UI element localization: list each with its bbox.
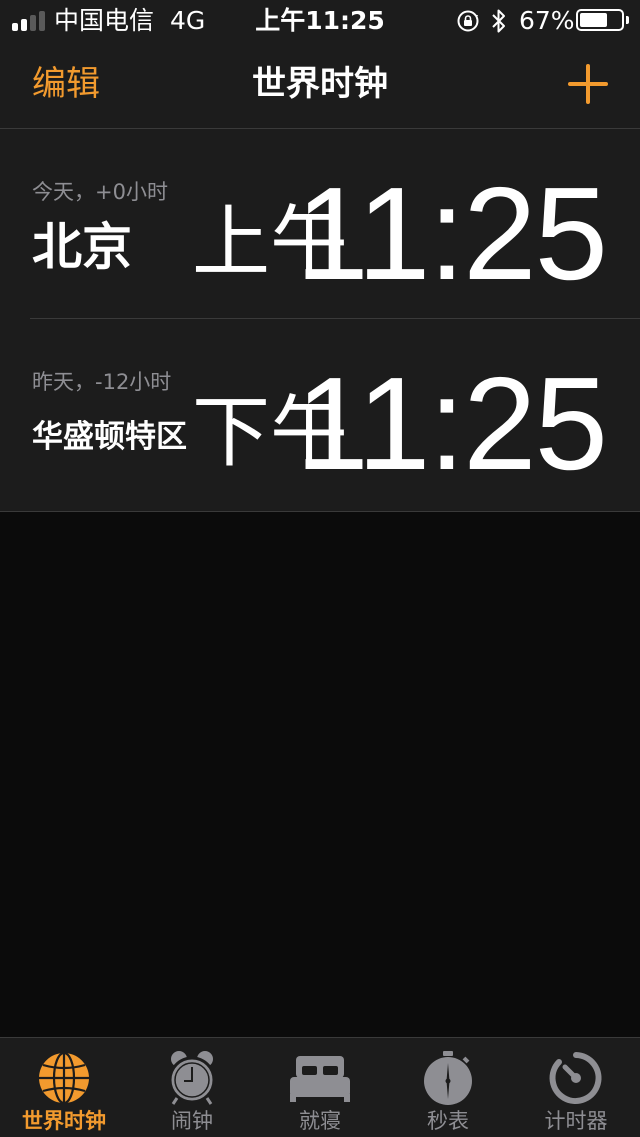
battery-percentage: 67% — [519, 6, 575, 35]
clock-time: 11:25 — [295, 350, 608, 497]
city-name: 华盛顿特区 — [32, 419, 187, 455]
plus-icon[interactable] — [568, 64, 608, 104]
tab-label: 秒表 — [427, 1109, 469, 1133]
bed-icon — [290, 1056, 350, 1102]
time-offset-label: 昨天，-12小时 — [32, 370, 172, 394]
tab-label: 计时器 — [544, 1109, 608, 1133]
tab-label: 闹钟 — [171, 1109, 213, 1133]
clock-time: 11:25 — [295, 160, 608, 307]
alarm-clock-icon — [168, 1051, 216, 1105]
clock-row-beijing[interactable]: 今天，+0小时 北京 上午 11:25 — [0, 129, 640, 319]
page-title: 世界时钟 — [252, 64, 388, 104]
tab-bedtime[interactable]: 就寝 — [256, 1038, 384, 1137]
tab-timer[interactable]: 计时器 — [512, 1038, 640, 1137]
timer-icon — [549, 1052, 602, 1104]
globe-icon — [39, 1051, 89, 1105]
bluetooth-icon — [492, 9, 505, 33]
battery-tip — [626, 16, 629, 24]
tab-alarm[interactable]: 闹钟 — [128, 1038, 256, 1137]
clock-row-washington[interactable]: 昨天，-12小时 华盛顿特区 下午 11:25 — [0, 319, 640, 509]
tab-label: 世界时钟 — [22, 1109, 106, 1133]
tab-stopwatch[interactable]: 秒表 — [384, 1038, 512, 1137]
tab-world-clock[interactable]: 世界时钟 — [0, 1038, 128, 1137]
stopwatch-icon — [424, 1051, 472, 1105]
battery-icon — [576, 9, 624, 31]
tab-bar: 世界时钟 闹钟 就寝 秒表 计时器 — [0, 1037, 640, 1137]
status-bar: 中国电信 4G 上午11:25 67% — [0, 0, 640, 40]
tab-label: 就寝 — [299, 1109, 341, 1133]
city-name: 北京 — [32, 218, 132, 276]
orientation-lock-icon — [457, 10, 479, 32]
world-clock-list: 今天，+0小时 北京 上午 11:25 昨天，-12小时 华盛顿特区 下午 11… — [0, 129, 640, 512]
navigation-bar: 编辑 世界时钟 — [0, 40, 640, 129]
battery-level-fill — [580, 13, 607, 27]
time-offset-label: 今天，+0小时 — [32, 180, 168, 204]
